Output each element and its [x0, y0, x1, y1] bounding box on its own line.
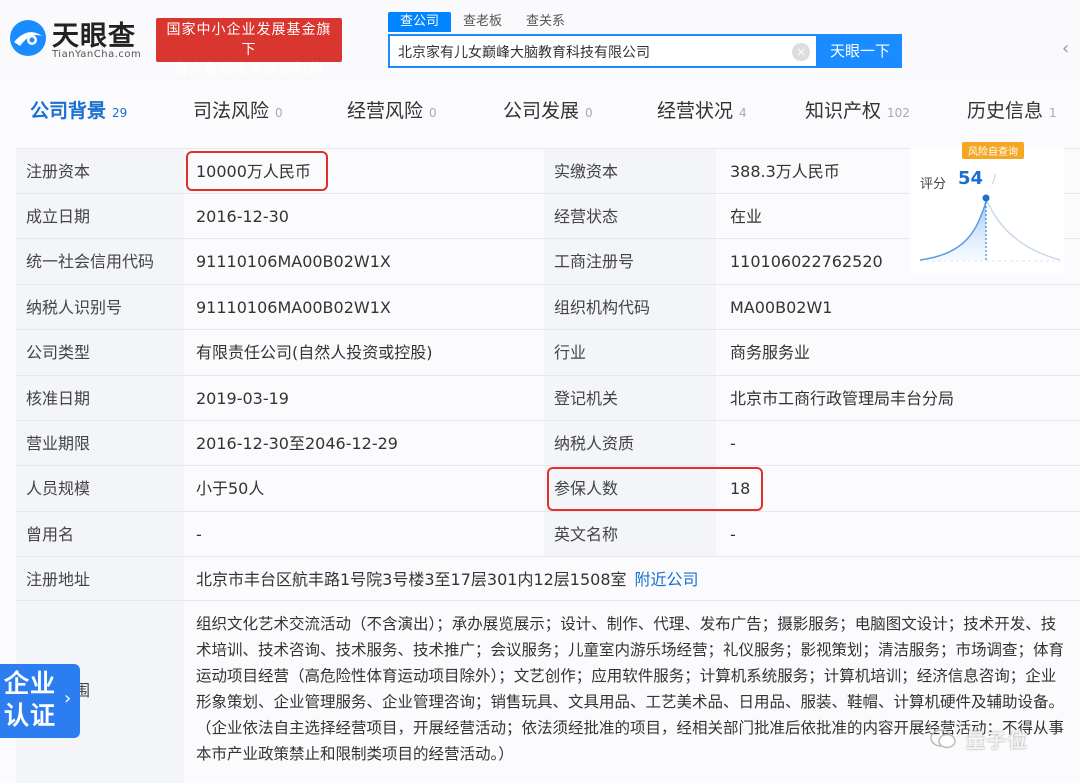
tab-label: 知识产权: [805, 100, 882, 122]
tab-label: 公司背景: [30, 100, 107, 122]
cert-label: 企业认证: [4, 669, 57, 730]
tab-count: 102: [887, 106, 910, 120]
wechat-icon: [930, 729, 956, 749]
field-label: 人员规模: [16, 466, 184, 511]
field-label: 组织机构代码: [544, 285, 716, 330]
search-tab-relation[interactable]: 查关系: [514, 12, 577, 32]
search-tab-company[interactable]: 查公司: [388, 12, 452, 32]
field-label: 统一社会信用代码: [16, 239, 184, 284]
search-tab-boss[interactable]: 查老板: [451, 12, 514, 32]
address-value: 北京市丰台区航丰路1号院3号楼3至17层301内12层1508室: [196, 570, 627, 589]
field-label: 公司类型: [16, 330, 184, 375]
badge-line-2: 官方备案企业征信机构: [174, 62, 324, 78]
table-row: 注册地址 北京市丰台区航丰路1号院3号楼3至17层301内12层1508室 附近公…: [16, 556, 1080, 602]
company-tabs: 公司背景 29 司法风险 0 经营风险 0 公司发展 0 经营状况 4 知识产权 102 历…: [0, 88, 1080, 134]
watermark: 量子位: [930, 724, 1050, 756]
logo-eye-icon: [10, 20, 46, 56]
field-value: -: [730, 525, 736, 544]
logo-domain: TianYanCha.com: [52, 49, 142, 60]
tab-count: 4: [739, 106, 747, 120]
tab-label: 公司发展: [503, 100, 580, 122]
field-value: -: [730, 434, 736, 453]
field-value: 北京市工商行政管理局丰台分局: [730, 389, 955, 408]
field-label: 登记机关: [544, 376, 716, 421]
table-row: 纳税人识别号 91110106MA00B02W1X 组织机构代码 MA00B02…: [16, 284, 1080, 330]
tab-label: 历史信息: [967, 100, 1044, 122]
tab-label: 经营状况: [657, 100, 734, 122]
tab-legal-risk[interactable]: 司法风险 0: [193, 96, 283, 123]
field-value: 91110106MA00B02W1X: [196, 298, 391, 317]
tab-intellectual-property[interactable]: 知识产权 102: [805, 96, 910, 123]
watermark-text: 量子位: [966, 730, 1030, 752]
address-cell: 北京市丰台区航丰路1号院3号楼3至17层301内12层1508室 附近公司: [184, 557, 1064, 602]
tab-history-info[interactable]: 历史信息 1: [967, 96, 1057, 123]
highlight-insured-count: [547, 467, 763, 511]
tab-company-development[interactable]: 公司发展 0: [503, 96, 593, 123]
field-label: 注册地址: [16, 557, 184, 602]
field-value: 91110106MA00B02W1X: [196, 252, 391, 271]
enterprise-certification-button[interactable]: 企业认证 ›: [0, 664, 80, 738]
field-value: 2016-12-30: [196, 207, 289, 226]
search-area: 查公司 查老板 查关系 × 天眼一下: [388, 10, 903, 70]
business-scope-row: 围 组织文化艺术交流活动（不含演出）；承办展览展示；设计、制作、代理、发布广告；…: [16, 600, 1080, 783]
field-value: 2016-12-30至2046-12-29: [196, 434, 398, 453]
tab-operating-status[interactable]: 经营状况 4: [657, 96, 747, 123]
paid-capital-value: 388.3万人民币: [730, 162, 840, 181]
field-label: 曾用名: [16, 512, 184, 557]
search-input[interactable]: [398, 41, 788, 63]
field-value: 商务服务业: [730, 343, 811, 362]
badge-line-1: 国家中小企业发展基金旗下: [166, 22, 332, 58]
field-value: 110106022762520: [730, 252, 883, 271]
field-label: 纳税人资质: [544, 421, 716, 466]
field-value: -: [196, 525, 202, 544]
score-distribution-curve: [919, 194, 1061, 262]
field-value: 2019-03-19: [196, 389, 289, 408]
tianyancha-logo[interactable]: 天眼查 TianYanCha.com: [8, 12, 146, 64]
partial-icon: ‹: [1062, 38, 1070, 59]
field-label: 营业期限: [16, 421, 184, 466]
tab-count: 29: [112, 106, 128, 120]
official-badge: 国家中小企业发展基金旗下 官方备案企业征信机构: [156, 18, 342, 78]
tab-count: 0: [585, 106, 593, 120]
tab-count: 0: [429, 106, 437, 120]
field-value: 小于50人: [196, 479, 265, 498]
highlight-registered-capital: [186, 151, 328, 191]
risk-score-widget[interactable]: 风险自查询 评分 54 /: [910, 142, 1064, 273]
chevron-right-icon: ›: [64, 688, 72, 709]
table-row: 曾用名 - 英文名称 -: [16, 511, 1080, 557]
site-header: 天眼查 TianYanCha.com 国家中小企业发展基金旗下 官方备案企业征信…: [0, 0, 1080, 82]
field-label: 工商注册号: [544, 239, 716, 284]
tab-count: 0: [275, 106, 283, 120]
tab-count: 1: [1049, 106, 1057, 120]
search-type-tabs: 查公司 查老板 查关系: [388, 12, 577, 32]
field-label: 注册资本: [16, 149, 184, 194]
tab-company-background[interactable]: 公司背景 29: [30, 96, 127, 123]
tab-label: 司法风险: [193, 100, 270, 122]
field-label: 核准日期: [16, 376, 184, 421]
search-button[interactable]: 天眼一下: [818, 34, 902, 68]
search-box: ×: [388, 34, 818, 68]
nearby-companies-link[interactable]: 附近公司: [635, 570, 699, 589]
field-value: MA00B02W1: [730, 298, 833, 317]
table-row: 公司类型 有限责任公司(自然人投资或控股) 行业 商务服务业: [16, 329, 1080, 375]
field-label: 实缴资本: [544, 149, 716, 194]
field-value: 在业: [730, 207, 763, 226]
field-label: 成立日期: [16, 194, 184, 239]
field-label: 行业: [544, 330, 716, 375]
tab-label: 经营风险: [347, 100, 424, 122]
field-label: 英文名称: [544, 512, 716, 557]
tab-business-risk[interactable]: 经营风险 0: [347, 96, 437, 123]
insured-count-value: 18: [730, 479, 751, 498]
table-row: 核准日期 2019-03-19 登记机关 北京市工商行政管理局丰台分局: [16, 375, 1080, 421]
close-icon[interactable]: ×: [792, 43, 810, 61]
table-row: 营业期限 2016-12-30至2046-12-29 纳税人资质 -: [16, 420, 1080, 466]
field-value: 有限责任公司(自然人投资或控股): [196, 343, 433, 362]
logo-text: 天眼查: [52, 21, 136, 52]
field-label: 纳税人识别号: [16, 285, 184, 330]
field-label: 经营状态: [544, 194, 716, 239]
